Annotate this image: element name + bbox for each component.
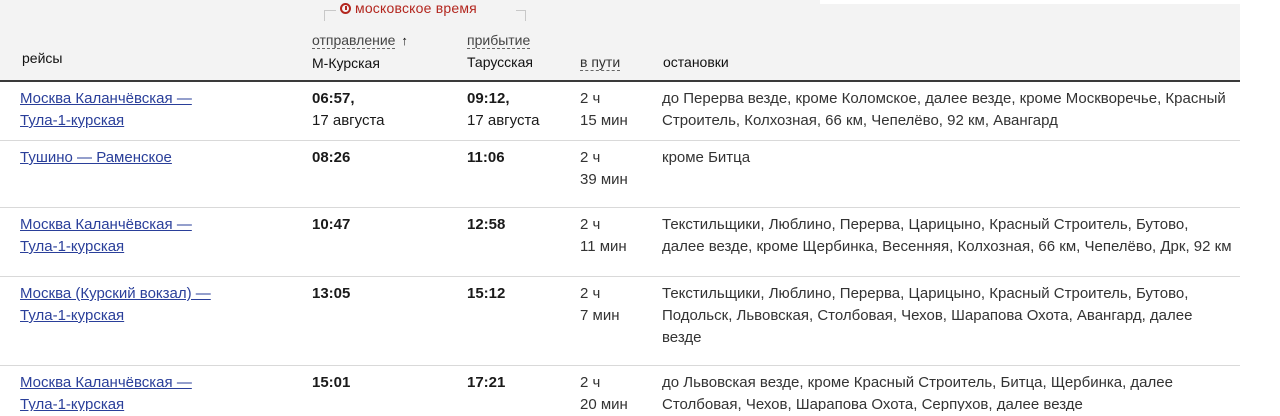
departure-cell: 06:57, 17 августа <box>312 88 452 132</box>
arrival-cell: 12:58 <box>467 214 577 236</box>
column-header-travel-time: в пути <box>580 54 621 71</box>
route-line-2: Тула-1-курская <box>20 238 125 255</box>
arrival-time: 11:06 <box>467 149 505 166</box>
route-link[interactable]: Москва (Курский вокзал) — Тула-1-курская <box>20 285 211 324</box>
table-row: Москва Каланчёвская — Тула-1-курская 10:… <box>0 208 1240 277</box>
route-cell: Москва Каланчёвская — Тула-1-курская <box>20 214 290 258</box>
route-link[interactable]: Тушино — Раменское <box>20 149 172 166</box>
route-link[interactable]: Москва Каланчёвская — Тула-1-курская <box>20 216 192 255</box>
departure-time: 08:26 <box>312 149 351 166</box>
route-line-2: Тула-1-курская <box>20 307 125 324</box>
route-cell: Москва Каланчёвская — Тула-1-курская <box>20 88 290 132</box>
travel-minutes: 7 мин <box>580 307 620 324</box>
stops-cell: Текстильщики, Люблино, Перерва, Царицыно… <box>662 216 1232 255</box>
sort-by-arrival-link[interactable]: прибытие <box>467 32 531 49</box>
stops-cell: кроме Битца <box>662 149 751 166</box>
stops-cell: до Львовская везде, кроме Красный Строит… <box>662 374 1173 413</box>
route-line-1: Москва (Курский вокзал) — <box>20 285 211 302</box>
arrival-cell: 15:12 <box>467 283 577 305</box>
arrival-station-label: Тарусская <box>467 54 533 70</box>
travel-time-cell: 2 ч 15 мин <box>580 88 650 132</box>
route-cell: Москва Каланчёвская — Тула-1-курская <box>20 372 290 416</box>
routes-header-label: рейсы <box>22 50 63 66</box>
arrival-cell: 11:06 <box>467 147 577 169</box>
travel-hours: 2 ч <box>580 216 601 233</box>
departure-time: 15:01 <box>312 374 351 391</box>
route-link[interactable]: Москва Каланчёвская — Тула-1-курская <box>20 374 192 413</box>
stops-cell: Текстильщики, Люблино, Перерва, Царицыно… <box>662 285 1193 346</box>
route-line-2: Тула-1-курская <box>20 112 125 129</box>
travel-minutes: 11 мин <box>580 238 627 255</box>
clock-icon <box>340 2 351 14</box>
travel-time-cell: 2 ч 39 мин <box>580 147 650 191</box>
route-link[interactable]: Москва Каланчёвская — Тула-1-курская <box>20 90 192 129</box>
sort-by-departure-link[interactable]: отправление <box>312 32 396 49</box>
arrival-time: 09:12, <box>467 90 510 107</box>
departure-cell: 08:26 <box>312 147 452 169</box>
departure-date: 17 августа <box>312 112 385 129</box>
column-header-stops: остановки <box>663 54 729 70</box>
travel-time-cell: 2 ч 7 мин <box>580 283 650 327</box>
route-line-1: Москва Каланчёвская — <box>20 90 192 107</box>
route-line-1: Москва Каланчёвская — <box>20 374 192 391</box>
schedule-page: московское время рейсы отправление ↑ М-К… <box>0 0 1280 416</box>
table-row: Москва Каланчёвская — Тула-1-курская 06:… <box>0 82 1240 141</box>
departure-time: 06:57, <box>312 90 355 107</box>
timezone-legend: московское время <box>340 0 477 16</box>
departure-cell: 15:01 <box>312 372 452 394</box>
travel-time-cell: 2 ч 11 мин <box>580 214 650 258</box>
route-cell: Москва (Курский вокзал) — Тула-1-курская <box>20 283 290 327</box>
travel-time-cell: 2 ч 20 мин <box>580 372 650 416</box>
column-header-routes: рейсы <box>22 50 62 66</box>
travel-minutes: 39 мин <box>580 171 628 188</box>
travel-hours: 2 ч <box>580 374 601 391</box>
arrival-cell: 09:12, 17 августа <box>467 88 577 132</box>
timezone-label: московское время <box>355 0 477 16</box>
arrival-time: 17:21 <box>467 374 506 391</box>
sort-ascending-icon: ↑ <box>401 33 408 48</box>
travel-hours: 2 ч <box>580 149 601 166</box>
stops-header-label: остановки <box>663 54 729 70</box>
arrival-cell: 17:21 <box>467 372 577 394</box>
table-row: Москва (Курский вокзал) — Тула-1-курская… <box>0 277 1240 366</box>
arrival-time: 12:58 <box>467 216 506 233</box>
departure-time: 13:05 <box>312 285 351 302</box>
sort-by-travel-time-link[interactable]: в пути <box>580 54 621 71</box>
arrival-date: 17 августа <box>467 112 540 129</box>
travel-hours: 2 ч <box>580 285 601 302</box>
route-line-1: Москва Каланчёвская — <box>20 216 192 233</box>
header-gap <box>820 0 1280 4</box>
column-header-departure: отправление ↑ М-Курская <box>312 29 408 74</box>
departure-time: 10:47 <box>312 216 351 233</box>
table-row: Москва Каланчёвская — Тула-1-курская 15:… <box>0 366 1240 416</box>
stops-cell: до Перерва везде, кроме Коломское, далее… <box>662 90 1226 129</box>
column-header-arrival: прибытие Тарусская <box>467 29 533 73</box>
table-row: Тушино — Раменское 08:26 11:06 2 ч 39 ми… <box>0 141 1240 208</box>
departure-station-label: М-Курская <box>312 55 380 71</box>
travel-hours: 2 ч <box>580 90 601 107</box>
bottom-edge <box>0 411 1280 416</box>
travel-minutes: 15 мин <box>580 112 628 129</box>
route-line-1: Тушино — Раменское <box>20 149 172 166</box>
departure-cell: 10:47 <box>312 214 452 236</box>
arrival-time: 15:12 <box>467 285 506 302</box>
departure-cell: 13:05 <box>312 283 452 305</box>
route-cell: Тушино — Раменское <box>20 147 290 169</box>
